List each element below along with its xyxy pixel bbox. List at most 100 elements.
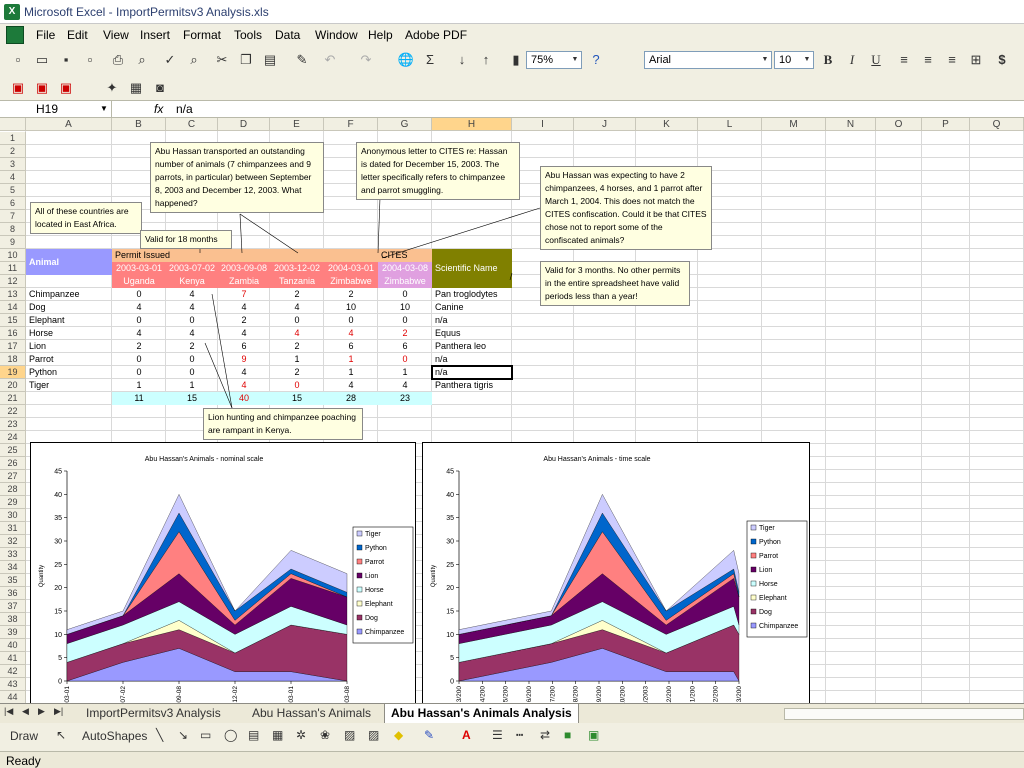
row-header-40[interactable]: 40 [0,639,26,652]
animal-count[interactable]: 6 [378,340,432,353]
row-header-17[interactable]: 17 [0,340,26,353]
row-header-32[interactable]: 32 [0,535,26,548]
column-header-p[interactable]: P [922,118,970,131]
row-header-29[interactable]: 29 [0,496,26,509]
save-icon[interactable]: ▪ [56,50,76,70]
row-header-34[interactable]: 34 [0,561,26,574]
format-painter-icon[interactable]: ✎ [292,50,312,70]
row-header-12[interactable]: 12 [0,275,26,288]
row-header-26[interactable]: 26 [0,457,26,470]
pdf-mail-icon[interactable]: ▣ [32,78,52,98]
menu-file[interactable]: File [36,28,55,42]
animal-count[interactable]: 1 [166,379,218,392]
redo-icon[interactable]: ↷ [356,50,376,70]
currency-button[interactable]: $ [992,50,1012,70]
pdf-review-icon[interactable]: ▣ [56,78,76,98]
row-header-7[interactable]: 7 [0,210,26,223]
pdf-icon[interactable]: ▣ [8,78,28,98]
animal-count[interactable]: 6 [324,340,378,353]
column-header-k[interactable]: K [636,118,698,131]
zoom-combo[interactable]: 75% ▼ [526,51,582,69]
3d-icon[interactable]: ▣ [588,728,599,742]
column-header-o[interactable]: O [876,118,922,131]
animal-count[interactable]: 2 [218,314,270,327]
wordart-icon[interactable]: ▦ [272,728,283,742]
align-left-icon[interactable]: ≡ [894,50,914,70]
menu-view[interactable]: View [103,28,129,42]
animal-count[interactable]: 2 [112,340,166,353]
sort-ascending-icon[interactable]: ↓ [452,50,472,70]
scientific-name-cell[interactable]: n/a [432,314,512,327]
column-header-j[interactable]: J [574,118,636,131]
animal-count[interactable]: 0 [166,314,218,327]
row-header-19[interactable]: 19 [0,366,26,379]
animal-count[interactable]: 0 [112,366,166,379]
column-header-h[interactable]: H [432,118,512,131]
sort-descending-icon[interactable]: ↑ [476,50,496,70]
align-right-icon[interactable]: ≡ [942,50,962,70]
animal-count[interactable]: 0 [378,353,432,366]
open-icon[interactable]: ▭ [32,50,52,70]
italic-button[interactable]: I [842,50,862,70]
paste-icon[interactable]: ▤ [260,50,280,70]
help-icon[interactable]: ? [586,50,606,70]
select-all-corner[interactable] [0,118,26,131]
tab-importpermits-analysis[interactable]: ImportPermitsv3 Analysis [86,706,221,720]
menu-window[interactable]: Window [315,28,358,42]
animal-count[interactable]: 0 [324,314,378,327]
row-header-20[interactable]: 20 [0,379,26,392]
column-header-g[interactable]: G [378,118,432,131]
column-header-b[interactable]: B [112,118,166,131]
total-cell[interactable]: 23 [378,392,432,405]
animal-count[interactable]: 0 [166,366,218,379]
row-header-33[interactable]: 33 [0,548,26,561]
animal-count[interactable]: 4 [378,379,432,392]
animal-count[interactable]: 4 [218,327,270,340]
animal-count[interactable]: 9 [218,353,270,366]
animal-count[interactable]: 2 [270,288,324,301]
row-header-14[interactable]: 14 [0,301,26,314]
column-header-m[interactable]: M [762,118,826,131]
menu-data[interactable]: Data [275,28,300,42]
copy-icon[interactable]: ❐ [236,50,256,70]
animal-count[interactable]: 0 [270,314,324,327]
research-icon[interactable]: ⌕ [184,50,204,70]
bold-button[interactable]: B [818,50,838,70]
total-cell[interactable]: 40 [218,392,270,405]
animal-count[interactable]: 2 [378,327,432,340]
row-header-10[interactable]: 10 [0,249,26,262]
formula-input[interactable]: n/a [176,102,193,116]
clipart-icon[interactable]: ❀ [320,728,330,742]
merge-center-icon[interactable]: ⊞ [966,50,986,70]
row-header-18[interactable]: 18 [0,353,26,366]
row-header-9[interactable]: 9 [0,236,26,249]
animal-count[interactable]: 10 [378,301,432,314]
row-header-43[interactable]: 43 [0,678,26,691]
animal-count[interactable]: 4 [324,379,378,392]
row-header-15[interactable]: 15 [0,314,26,327]
animal-count[interactable]: 2 [166,340,218,353]
animal-count[interactable]: 0 [112,288,166,301]
row-header-1[interactable]: 1 [0,132,26,145]
menu-edit[interactable]: Edit [67,28,88,42]
row-header-16[interactable]: 16 [0,327,26,340]
menu-insert[interactable]: Insert [140,28,170,42]
font-size-combo[interactable]: 10 ▼ [774,51,814,69]
row-header-27[interactable]: 27 [0,470,26,483]
chart-nominal-scale[interactable]: Abu Hassan's Animals - nominal scale 0 5 10… [30,442,416,703]
hyperlink-icon[interactable]: 🌐 [396,50,416,70]
animal-count[interactable]: 1 [112,379,166,392]
total-cell[interactable]: 11 [112,392,166,405]
menu-format[interactable]: Format [183,28,221,42]
scientific-name-cell[interactable]: Equus [432,327,512,340]
row-header-42[interactable]: 42 [0,665,26,678]
animal-count[interactable]: 4 [270,301,324,314]
shadow-icon[interactable]: ■ [564,728,571,742]
chart-wizard-icon[interactable]: ▮ [506,50,526,70]
row-header-38[interactable]: 38 [0,613,26,626]
row-header-21[interactable]: 21 [0,392,26,405]
column-header-f[interactable]: F [324,118,378,131]
row-header-30[interactable]: 30 [0,509,26,522]
workbook-icon[interactable] [6,26,24,44]
note-hassan-transport[interactable]: Abu Hassan transported an outstanding nu… [150,142,324,213]
